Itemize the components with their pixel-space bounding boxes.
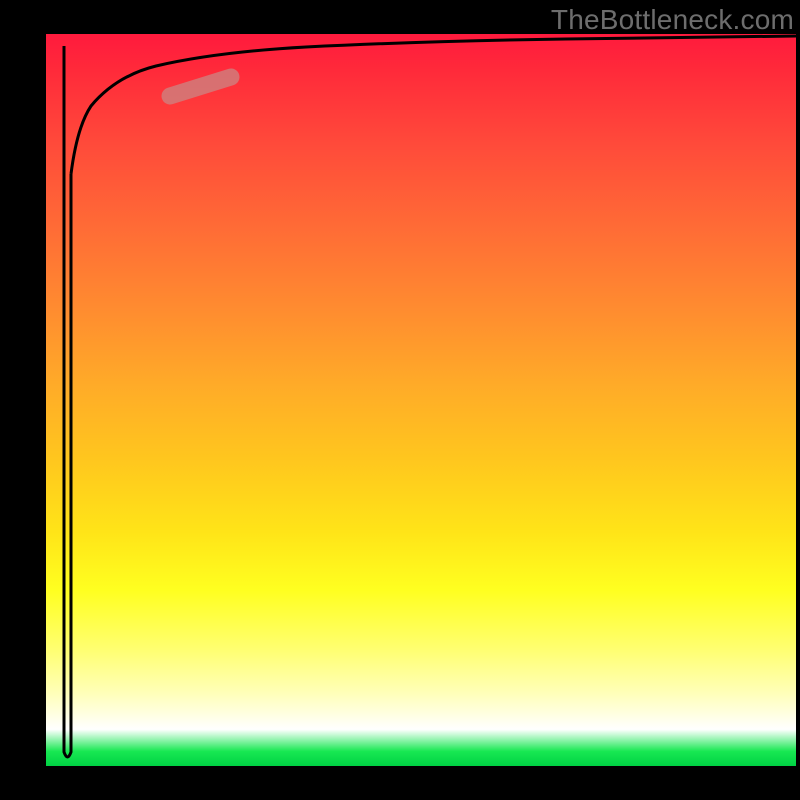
left-spike	[64, 46, 71, 757]
chart-canvas: TheBottleneck.com	[0, 0, 800, 800]
bottleneck-curve	[71, 36, 796, 174]
highlight-pill	[170, 77, 231, 96]
watermark-text: TheBottleneck.com	[551, 4, 794, 36]
curve-layer	[46, 34, 796, 766]
